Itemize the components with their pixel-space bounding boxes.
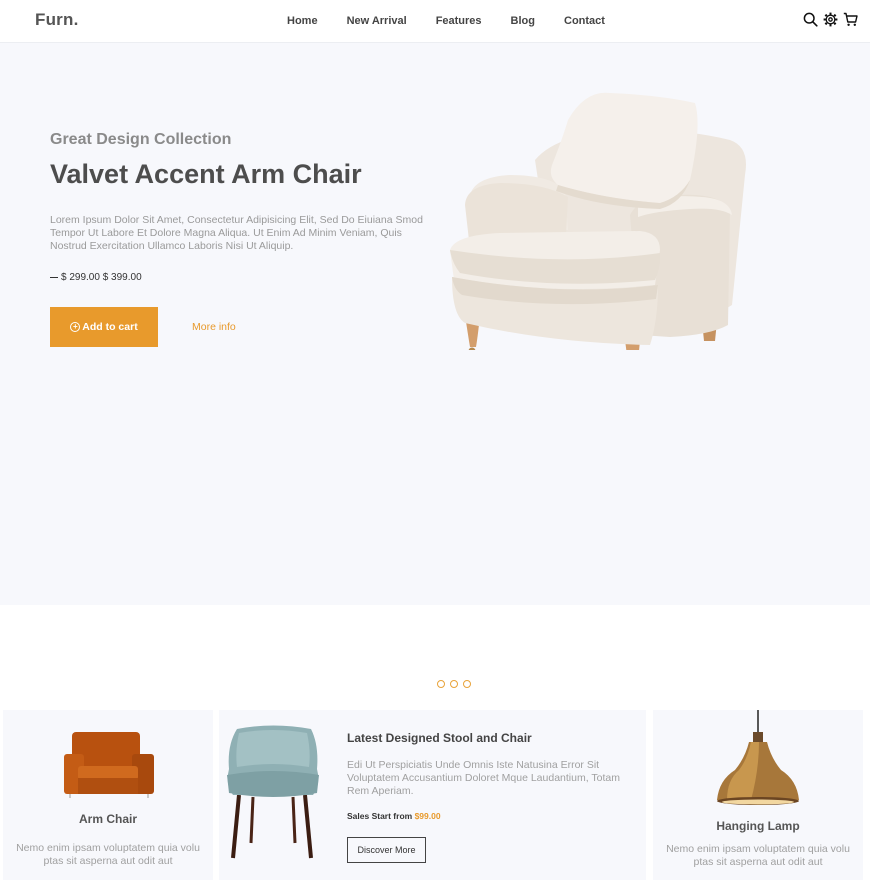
price-dash (50, 276, 58, 278)
sales-info: Sales Start from $99.00 (347, 811, 441, 821)
carousel-dot[interactable] (450, 680, 458, 688)
armchair-image (450, 92, 746, 350)
header-icons (803, 11, 858, 27)
nav-blog[interactable]: Blog (511, 15, 535, 27)
product-card-arm-chair[interactable]: Arm Chair Nemo enim ipsam voluptatem qui… (3, 710, 213, 880)
cart-icon[interactable] (843, 11, 858, 27)
featured-card: Latest Designed Stool and Chair Edi Ut P… (219, 710, 646, 880)
price-text: $ 299.00 $ 399.00 (61, 272, 142, 283)
main-nav: Home New Arrival Features Blog Contact (287, 15, 634, 27)
hero-section: Great Design Collection Valvet Accent Ar… (0, 43, 870, 605)
nav-contact[interactable]: Contact (564, 15, 605, 27)
featured-description: Edi Ut Perspiciatis Unde Omnis Iste Natu… (347, 759, 620, 797)
card-title: Arm Chair (78, 812, 137, 826)
featured-title: Latest Designed Stool and Chair (347, 731, 532, 745)
hero-title: Valvet Accent Arm Chair (50, 159, 362, 189)
sales-label: Sales Start from (347, 811, 413, 821)
sales-price: $99.00 (414, 811, 441, 821)
add-to-cart-button[interactable]: + Add to cart (50, 307, 158, 347)
card-text: Nemo enim ipsam voluptatem quia volu pta… (666, 843, 850, 868)
carousel-dot[interactable] (463, 680, 471, 688)
discover-more-button[interactable]: Discover More (347, 837, 426, 863)
more-info-link[interactable]: More info (192, 321, 236, 333)
nav-home[interactable]: Home (287, 15, 318, 27)
plus-circle-icon: + (70, 322, 81, 332)
stool-chair-image (227, 725, 319, 859)
hanging-lamp-image (717, 710, 799, 805)
add-to-cart-label: Add to cart (82, 321, 138, 333)
nav-new-arrival[interactable]: New Arrival (347, 15, 407, 27)
hero-description: Lorem Ipsum Dolor Sit Amet, Consectetur … (50, 214, 423, 252)
nav-features[interactable]: Features (436, 15, 482, 27)
carousel-dots (437, 680, 471, 688)
hero-price: $ 299.00 $ 399.00 (50, 272, 142, 283)
carousel-dot[interactable] (437, 680, 445, 688)
settings-icon[interactable] (823, 11, 838, 27)
card-text: Nemo enim ipsam voluptatem quia volu pta… (16, 842, 200, 867)
hero-subtitle: Great Design Collection (50, 131, 232, 148)
logo[interactable]: Furn. (35, 10, 79, 30)
site-header: Furn. Home New Arrival Features Blog Con… (0, 0, 870, 43)
arm-chair-image (64, 732, 154, 798)
search-icon[interactable] (803, 11, 818, 27)
card-title: Hanging Lamp (716, 819, 800, 833)
product-card-hanging-lamp[interactable]: Hanging Lamp Nemo enim ipsam voluptatem … (653, 710, 863, 880)
